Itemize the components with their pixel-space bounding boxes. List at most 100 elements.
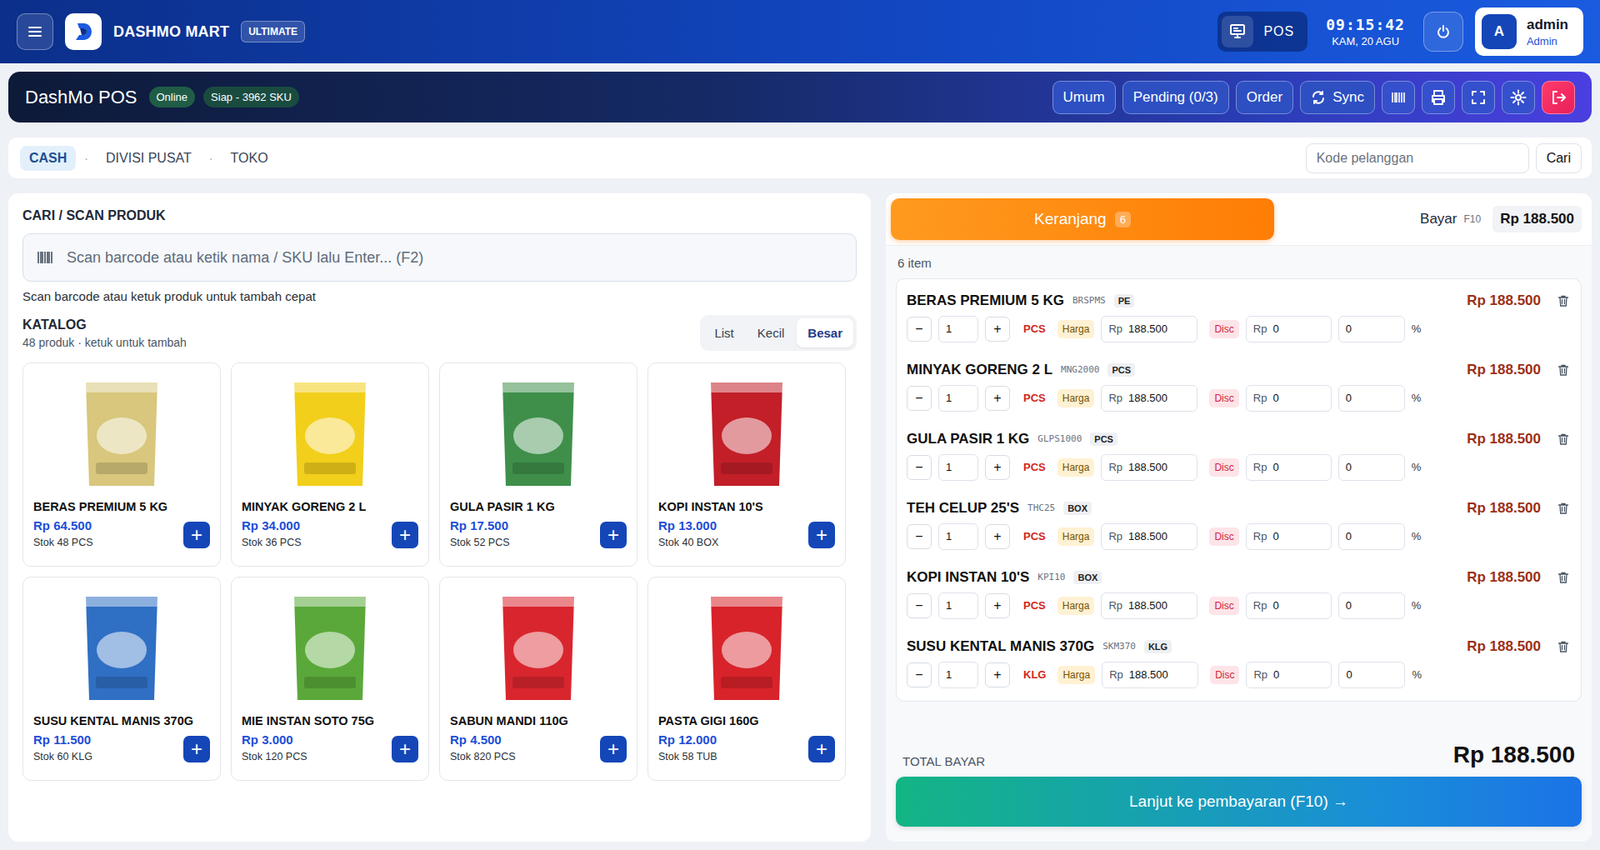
product-card[interactable]: MINYAK GORENG 2 LRp 34.000Stok 36 PCS+ — [230, 362, 430, 567]
cart-item-total: Rp 188.500 — [1466, 569, 1541, 586]
add-product-button[interactable]: + — [808, 735, 835, 763]
cart-tab[interactable]: Keranjang6 — [890, 198, 1275, 240]
product-card[interactable]: SABUN MANDI 110GRp 4.500Stok 820 PCS+ — [439, 576, 638, 781]
qty-increase-button[interactable]: + — [985, 524, 1010, 550]
view-option[interactable]: List — [703, 318, 745, 348]
qty-decrease-button[interactable]: − — [906, 385, 932, 411]
print-button[interactable] — [1421, 80, 1455, 115]
price-field[interactable]: Rp188.500 — [1100, 454, 1198, 481]
discount-percent-field[interactable]: 0 — [1338, 385, 1405, 412]
product-info-row: Rp 4.500Stok 820 PCS+ — [450, 732, 627, 763]
product-name: SUSU KENTAL MANIS 370G — [33, 714, 210, 728]
context-crumb[interactable]: DIVISI PUSAT — [96, 145, 201, 171]
price-field[interactable]: Rp188.500 — [1100, 523, 1198, 550]
catalog-header: KATALOG48 produk · ketuk untuk tambahLis… — [22, 315, 857, 351]
settings-button[interactable] — [1501, 80, 1535, 115]
view-option[interactable]: Besar — [796, 318, 854, 348]
price-field[interactable]: Rp188.500 — [1100, 592, 1198, 620]
qty-decrease-button[interactable]: − — [906, 455, 932, 480]
discount-percent-value: 0 — [1345, 322, 1352, 335]
qty-increase-button[interactable]: + — [985, 385, 1010, 411]
qty-increase-button[interactable]: + — [985, 316, 1010, 342]
product-name: KOPI INSTAN 10'S — [658, 500, 835, 514]
add-product-button[interactable]: + — [391, 521, 419, 549]
qty-decrease-button[interactable]: − — [906, 662, 932, 688]
product-card[interactable]: MIE INSTAN SOTO 75GRp 3.000Stok 120 PCS+ — [230, 576, 430, 781]
discount-percent-field[interactable]: 0 — [1338, 523, 1405, 550]
qty-field[interactable]: 1 — [938, 385, 979, 412]
product-name: MINYAK GORENG 2 L — [241, 500, 419, 514]
discount-amount-field[interactable]: Rp0 — [1245, 315, 1332, 343]
add-product-button[interactable]: + — [183, 521, 210, 549]
qty-field[interactable]: 1 — [938, 592, 979, 620]
printer-icon — [1430, 89, 1447, 106]
barcode-button[interactable] — [1381, 80, 1415, 115]
product-search-input[interactable] — [65, 248, 843, 268]
product-card[interactable]: KOPI INSTAN 10'SRp 13.000Stok 40 BOX+ — [647, 362, 846, 567]
discount-amount-field[interactable]: Rp0 — [1245, 592, 1332, 620]
price-field[interactable]: Rp188.500 — [1100, 385, 1198, 412]
add-product-button[interactable]: + — [600, 521, 627, 549]
discount-amount-value: 0 — [1273, 668, 1280, 681]
qty-field[interactable]: 1 — [938, 523, 979, 550]
product-card[interactable]: BERAS PREMIUM 5 KGRp 64.500Stok 48 PCS+ — [22, 362, 221, 567]
session-button[interactable] — [1423, 11, 1464, 52]
discount-amount-field[interactable]: Rp0 — [1245, 523, 1332, 550]
context-crumb[interactable]: CASH — [20, 145, 76, 171]
context-crumb[interactable]: TOKO — [221, 145, 278, 171]
catalog-title: KATALOG — [22, 317, 187, 333]
discount-amount-field[interactable]: Rp0 — [1245, 454, 1332, 481]
product-card[interactable]: SUSU KENTAL MANIS 370GRp 11.500Stok 60 K… — [22, 576, 221, 781]
price-field[interactable]: Rp188.500 — [1100, 315, 1198, 343]
qty-field[interactable]: 1 — [938, 315, 979, 343]
view-option[interactable]: Kecil — [746, 318, 796, 348]
toolbar-button[interactable]: Umum — [1052, 80, 1116, 115]
add-product-button[interactable]: + — [183, 735, 210, 763]
toolbar-button[interactable]: Pending (0/3) — [1122, 80, 1230, 115]
cart-item-tag: BOX — [1073, 570, 1102, 585]
toolbar-button[interactable]: Sync — [1300, 80, 1375, 115]
qty-decrease-button[interactable]: − — [906, 316, 932, 342]
customer-search-button[interactable]: Cari — [1535, 143, 1582, 174]
trash-icon[interactable] — [1555, 362, 1571, 378]
trash-icon[interactable] — [1555, 431, 1571, 447]
discount-amount-value: 0 — [1272, 530, 1279, 543]
cart-body: 6 itemBERAS PREMIUM 5 KGBRSPMSPERp 188.5… — [885, 245, 1592, 842]
discount-percent-field[interactable]: 0 — [1338, 661, 1405, 689]
logout-button[interactable] — [1541, 80, 1575, 115]
qty-increase-button[interactable]: + — [985, 455, 1010, 480]
cart-item-tag: BOX — [1063, 501, 1092, 515]
add-product-button[interactable]: + — [600, 735, 627, 763]
user-avatar: A — [1481, 14, 1517, 50]
trash-icon[interactable] — [1555, 500, 1571, 516]
qty-field[interactable]: 1 — [938, 661, 979, 689]
price-field[interactable]: Rp188.500 — [1101, 661, 1199, 689]
trash-icon[interactable] — [1555, 639, 1571, 655]
customer-code-input[interactable] — [1305, 143, 1530, 174]
menu-button[interactable] — [16, 13, 54, 50]
trash-icon[interactable] — [1555, 293, 1571, 309]
qty-decrease-button[interactable]: − — [906, 593, 932, 619]
toolbar-button[interactable]: Order — [1235, 80, 1294, 115]
trash-icon[interactable] — [1555, 570, 1571, 585]
product-search[interactable] — [22, 233, 857, 282]
qty-increase-button[interactable]: + — [985, 662, 1010, 688]
discount-percent-field[interactable]: 0 — [1338, 592, 1405, 620]
qty-value: 1 — [945, 322, 952, 335]
discount-percent-field[interactable]: 0 — [1338, 454, 1405, 481]
qty-decrease-button[interactable]: − — [906, 524, 932, 550]
product-grid: BERAS PREMIUM 5 KGRp 64.500Stok 48 PCS+M… — [22, 362, 857, 781]
product-card[interactable]: GULA PASIR 1 KGRp 17.500Stok 52 PCS+ — [439, 362, 638, 567]
discount-amount-field[interactable]: Rp0 — [1245, 661, 1332, 689]
add-product-button[interactable]: + — [391, 735, 419, 763]
fullscreen-button[interactable] — [1461, 80, 1495, 115]
product-card[interactable]: PASTA GIGI 160GRp 12.000Stok 58 TUB+ — [647, 576, 846, 781]
qty-field[interactable]: 1 — [938, 454, 979, 481]
discount-percent-field[interactable]: 0 — [1338, 315, 1405, 343]
add-product-button[interactable]: + — [808, 521, 835, 549]
discount-amount-field[interactable]: Rp0 — [1245, 385, 1332, 412]
checkout-button[interactable]: Lanjut ke pembayaran (F10) → — [895, 776, 1582, 827]
user-card[interactable]: AadminAdmin — [1475, 7, 1584, 56]
qty-increase-button[interactable]: + — [985, 593, 1010, 619]
discount-amount-value: 0 — [1272, 322, 1279, 335]
